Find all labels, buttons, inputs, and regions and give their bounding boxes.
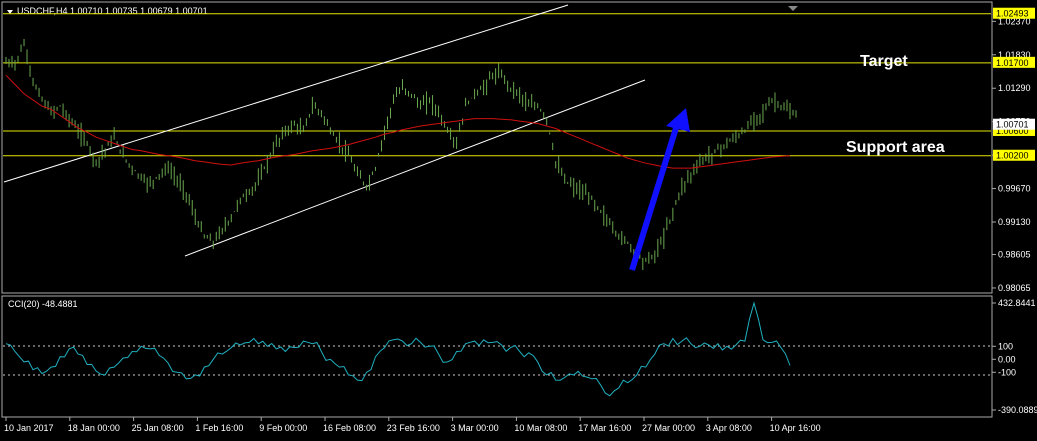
cci-tick-label: -100 [998, 367, 1016, 377]
price-tick-label: 0.99670 [998, 184, 1031, 194]
time-tick-label: 10 Apr 16:00 [770, 423, 821, 433]
cci-tick-label: -390.0889 [998, 405, 1037, 415]
cci-line [5, 301, 791, 397]
level-label: 1.01700 [996, 58, 1029, 68]
cci-panel-frame [1, 295, 993, 418]
support-annotation: Support area [846, 139, 945, 156]
time-tick-label: 27 Mar 00:00 [642, 423, 695, 433]
time-tick-label: 3 Apr 08:00 [706, 423, 752, 433]
arrow-up-icon [666, 108, 690, 132]
time-tick-label: 16 Feb 08:00 [323, 423, 376, 433]
time-tick-label: 10 Mar 08:00 [514, 423, 567, 433]
level-label: 1.00200 [996, 151, 1029, 161]
arrow-shaft [629, 127, 679, 271]
current-price-label: 1.00701 [996, 120, 1029, 130]
time-tick-label: 1 Feb 16:00 [195, 423, 243, 433]
target-annotation: Target [860, 53, 908, 70]
symbol-header: USDCHF,H4 1.00710 1.00735 1.00679 1.0070… [17, 6, 208, 16]
main-chart-frame [1, 1, 993, 294]
channel-lower-line[interactable] [184, 79, 646, 257]
price-tick-label: 0.98065 [998, 283, 1031, 293]
time-tick-label: 17 Mar 16:00 [578, 423, 631, 433]
level-label: 1.02493 [996, 9, 1029, 19]
price-tick-label: 0.99130 [998, 217, 1031, 227]
horizontal-levels[interactable] [3, 13, 991, 157]
price-tick-label: 0.98605 [998, 250, 1031, 260]
cci-tick-label: 100 [998, 341, 1013, 351]
time-tick-label: 3 Mar 00:00 [451, 423, 499, 433]
cci-tick-label: 432.8441 [998, 298, 1036, 308]
cci-title: CCI(20) -48.4881 [8, 299, 78, 309]
time-tick-label: 25 Jan 08:00 [132, 423, 184, 433]
time-tick-label: 18 Jan 00:00 [68, 423, 120, 433]
time-tick-label: 10 Jan 2017 [4, 423, 54, 433]
price-tick-label: 1.01290 [998, 83, 1031, 93]
chart-canvas[interactable]: USDCHF,H4 1.00710 1.00735 1.00679 1.0070… [0, 0, 1037, 441]
time-axis: 10 Jan 2017 18 Jan 00:00 25 Jan 08:00 1 Feb… [4, 417, 821, 433]
price-axis: 1.023701.018301.012901.007501.002100.996… [992, 7, 1035, 293]
time-tick-label: 9 Feb 00:00 [259, 423, 307, 433]
time-tick-label: 23 Feb 16:00 [387, 423, 440, 433]
cci-axis: 432.8441 100 0.00 -100 -390.0889 [992, 298, 1037, 415]
cci-tick-label: 0.00 [998, 354, 1016, 364]
shift-marker-icon[interactable] [788, 6, 798, 11]
price-bars [5, 38, 797, 271]
